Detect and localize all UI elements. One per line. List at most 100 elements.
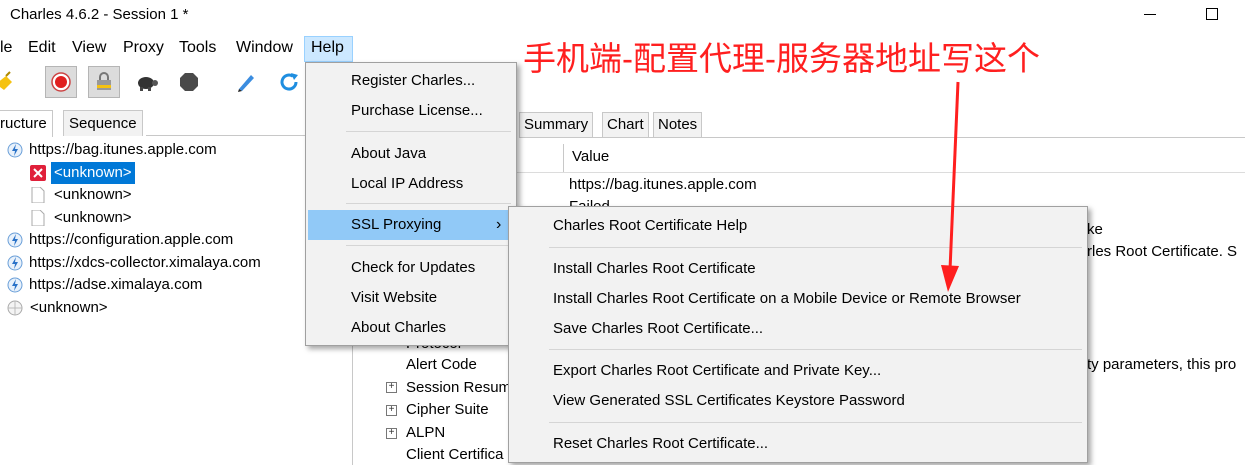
tree-row-label: https://configuration.apple.com [29, 231, 234, 248]
row-alpn: ALPN [406, 424, 446, 441]
document-icon [31, 187, 45, 203]
error-icon [30, 165, 46, 181]
menu-item-label: Save Charles Root Certificate... [553, 320, 764, 337]
toolbar [0, 64, 320, 102]
menu-item-label: About Charles [351, 319, 447, 336]
submenu-arrow-icon: › [496, 216, 502, 233]
menu-item-purchase-license[interactable]: Purchase License... [306, 96, 516, 126]
menu-item-check-updates[interactable]: Check for Updates [306, 253, 516, 283]
menu-item-local-ip[interactable]: Local IP Address [306, 169, 516, 199]
minimize-button[interactable] [1144, 14, 1156, 15]
menu-help[interactable]: Help [304, 36, 353, 62]
tree-row[interactable]: <unknown> [0, 297, 300, 319]
pen-icon[interactable] [230, 66, 262, 98]
menu-separator [549, 422, 1082, 423]
expand-icon[interactable]: + [386, 405, 397, 416]
turtle-icon[interactable] [131, 66, 163, 98]
ssl-proxying-submenu: Charles Root Certificate Help Install Ch… [508, 206, 1088, 463]
menu-window[interactable]: Window [236, 39, 293, 57]
tree-row-label: <unknown> [30, 299, 108, 316]
throttle-lock-icon[interactable] [88, 66, 120, 98]
menu-item-view-keystore-password[interactable]: View Generated SSL Certificates Keystore… [509, 386, 1087, 416]
menu-item-label: Check for Updates [351, 259, 476, 276]
row-alert-code: Alert Code [406, 356, 477, 373]
stop-sign-icon[interactable] [173, 66, 205, 98]
menu-separator [549, 349, 1082, 350]
broom-icon[interactable] [0, 66, 20, 98]
maximize-button[interactable] [1206, 8, 1218, 20]
menu-tools[interactable]: Tools [179, 39, 216, 57]
menu-item-label: Register Charles... [351, 72, 476, 89]
value-partial-ke: ke [1087, 221, 1103, 238]
menu-item-visit-website[interactable]: Visit Website [306, 283, 516, 313]
menu-view[interactable]: View [72, 39, 106, 57]
menu-item-label: Install Charles Root Certificate [553, 260, 756, 277]
tree-row[interactable]: <unknown> [0, 207, 300, 229]
expand-icon[interactable]: + [386, 382, 397, 393]
annotation-text: 手机端-配置代理-服务器地址写这个 [523, 40, 1040, 77]
tree-row-label: <unknown> [54, 186, 132, 203]
menu-item-about-charles[interactable]: About Charles [306, 313, 516, 343]
menu-item-label: SSL Proxying [351, 216, 442, 233]
menu-item-register[interactable]: Register Charles... [306, 66, 516, 96]
tab-divider [519, 137, 1245, 138]
structure-tree: https://bag.itunes.apple.com <unknown> <… [0, 139, 350, 329]
tab-sequence[interactable]: Sequence [63, 110, 143, 136]
tree-row-label: <unknown> [54, 209, 132, 226]
lightning-globe-icon [7, 142, 23, 158]
menu-separator [346, 203, 511, 204]
tree-row[interactable]: https://adse.ximalaya.com [0, 274, 300, 296]
menu-item-label: Export Charles Root Certificate and Priv… [553, 362, 882, 379]
row-cipher-suite: Cipher Suite [406, 401, 489, 418]
tab-divider [146, 135, 306, 136]
menu-item-about-java[interactable]: About Java [306, 139, 516, 169]
menu-item-save-root-cert[interactable]: Save Charles Root Certificate... [509, 314, 1087, 344]
annotation-arrow-icon [941, 81, 960, 292]
lightning-globe-icon [7, 232, 23, 248]
lightning-globe-icon [7, 255, 23, 271]
record-icon[interactable] [45, 66, 77, 98]
menu-item-install-mobile-remote[interactable]: Install Charles Root Certificate on a Mo… [509, 284, 1087, 314]
lightning-globe-icon [7, 277, 23, 293]
menu-edit[interactable]: Edit [28, 39, 56, 57]
menu-separator [346, 245, 511, 246]
menu-item-install-root-cert[interactable]: Install Charles Root Certificate [509, 254, 1087, 284]
tree-row[interactable]: https://configuration.apple.com [0, 229, 300, 251]
value-partial-params: ty parameters, this pro [1087, 356, 1237, 373]
menu-separator [549, 247, 1082, 248]
menu-item-reset-root-cert[interactable]: Reset Charles Root Certificate... [509, 429, 1087, 459]
menu-item-label: Purchase License... [351, 102, 483, 119]
tree-row-label: https://adse.ximalaya.com [29, 276, 203, 293]
help-menu: Register Charles... Purchase License... … [305, 62, 517, 346]
tab-notes[interactable]: Notes [653, 112, 703, 137]
tab-chart[interactable]: Chart [602, 112, 649, 137]
title-bar: Charles 4.6.2 - Session 1 * [0, 0, 1245, 30]
menu-item-ssl-proxying[interactable]: SSL Proxying › [308, 210, 514, 240]
refresh-icon[interactable] [273, 66, 305, 98]
globe-icon [7, 300, 23, 316]
menu-separator [346, 131, 511, 132]
tree-row[interactable]: https://bag.itunes.apple.com [0, 139, 300, 161]
value-url: https://bag.itunes.apple.com [569, 176, 757, 193]
menu-item-label: Reset Charles Root Certificate... [553, 435, 769, 452]
menu-proxy[interactable]: Proxy [123, 39, 164, 57]
value-partial-cert: rles Root Certificate. S [1087, 243, 1238, 260]
tree-row-label: https://xdcs-collector.ximalaya.com [29, 254, 261, 271]
menu-item-label: About Java [351, 145, 427, 162]
tree-row-label: <unknown> [51, 162, 135, 184]
tab-structure[interactable]: ructure [0, 110, 53, 137]
menu-item-export-root-cert[interactable]: Export Charles Root Certificate and Priv… [509, 356, 1087, 386]
expand-icon[interactable]: + [386, 428, 397, 439]
tree-row-label: https://bag.itunes.apple.com [29, 141, 217, 158]
menu-file[interactable]: le [0, 39, 12, 57]
menu-item-label: Visit Website [351, 289, 438, 306]
row-session-resume: Session Resum [406, 379, 512, 396]
tab-summary[interactable]: Summary [519, 112, 594, 137]
menu-item-label: View Generated SSL Certificates Keystore… [553, 392, 905, 409]
menu-item-root-cert-help[interactable]: Charles Root Certificate Help [509, 211, 1087, 241]
window-title: Charles 4.6.2 - Session 1 * [10, 6, 189, 23]
menu-item-label: Local IP Address [351, 175, 464, 192]
tree-row[interactable]: <unknown> [0, 184, 300, 206]
tree-row[interactable]: https://xdcs-collector.ximalaya.com [0, 252, 300, 274]
tree-row[interactable]: <unknown> [0, 162, 300, 184]
